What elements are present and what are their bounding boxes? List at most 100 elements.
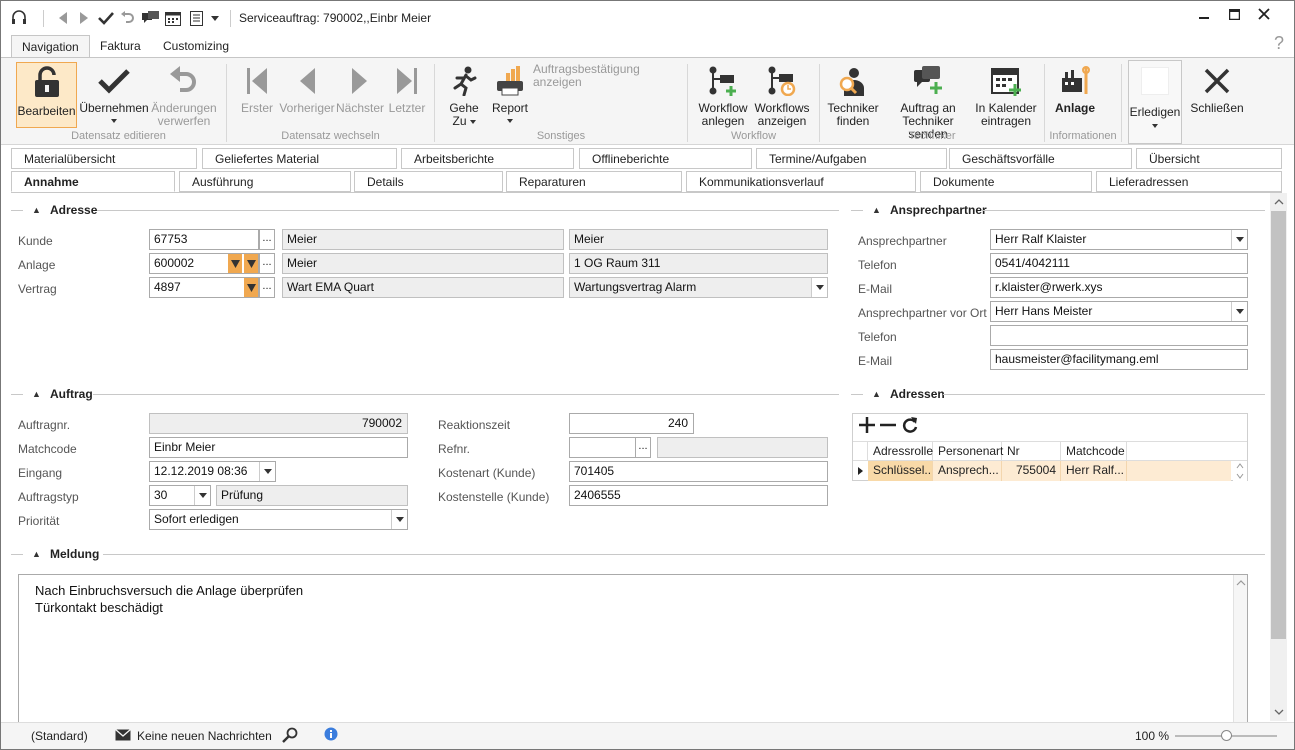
zoom-slider[interactable] bbox=[1175, 730, 1277, 741]
prioritaet-select[interactable]: Sofort erledigen bbox=[149, 509, 408, 530]
anlage-lookup-button[interactable]: ... bbox=[259, 253, 275, 274]
telefon-vor-ort-input[interactable] bbox=[990, 325, 1248, 346]
scroll-down-icon[interactable] bbox=[1270, 703, 1287, 720]
document-icon[interactable] bbox=[188, 8, 204, 28]
workflow-anlegen-button[interactable]: Workflow anlegen bbox=[695, 62, 751, 128]
tab-ausfuehrung[interactable]: Ausführung bbox=[179, 171, 351, 192]
remove-icon[interactable] bbox=[880, 417, 896, 433]
table-cell-personenart[interactable]: Ansprech... bbox=[933, 461, 1002, 481]
tab-geliefertes-material[interactable]: Geliefertes Material bbox=[202, 148, 397, 169]
scrollbar-thumb[interactable] bbox=[1271, 211, 1286, 639]
layout-status[interactable]: (Standard) bbox=[31, 729, 88, 743]
telefon-input[interactable]: 0541/4042111 bbox=[990, 253, 1248, 274]
ansprechpartner-select[interactable]: Herr Ralf Klaister bbox=[990, 229, 1248, 250]
table-cell-adressrolle[interactable]: Schlüssel... bbox=[868, 461, 933, 481]
eingang-datepicker[interactable]: 12.12.2019 08:36 bbox=[149, 461, 276, 482]
matchcode-input[interactable]: Einbr Meier bbox=[149, 437, 408, 458]
vertrag-lookup-button[interactable]: ... bbox=[259, 277, 275, 298]
tab-uebersicht[interactable]: Übersicht bbox=[1136, 148, 1282, 169]
chat-icon[interactable] bbox=[141, 8, 161, 28]
tab-kommunikationsverlauf[interactable]: Kommunikationsverlauf bbox=[686, 171, 916, 192]
grid-scrollbar[interactable] bbox=[1233, 461, 1247, 481]
maximize-button[interactable] bbox=[1219, 3, 1249, 25]
calendar-icon[interactable] bbox=[164, 8, 182, 28]
in-kalender-eintragen-button[interactable]: In Kalender eintragen bbox=[975, 62, 1037, 128]
section-meldung-header[interactable]: ▲ Meldung bbox=[32, 547, 99, 561]
checkmark-icon[interactable] bbox=[97, 8, 115, 28]
chevron-down-icon[interactable] bbox=[1231, 230, 1247, 249]
ribbon-tab-navigation[interactable]: Navigation bbox=[11, 35, 90, 59]
filter-icon[interactable] bbox=[228, 254, 242, 273]
tab-geschaeftsvorfaelle[interactable]: Geschäftsvorfälle bbox=[949, 148, 1132, 169]
tab-details[interactable]: Details bbox=[354, 171, 503, 192]
kunde-lookup-button[interactable]: ... bbox=[259, 229, 275, 250]
column-header-personenart[interactable]: Personenart bbox=[933, 441, 1003, 461]
gehe-zu-button[interactable]: Gehe Zu bbox=[444, 62, 484, 128]
memo-scrollbar[interactable] bbox=[1233, 575, 1247, 723]
add-icon[interactable] bbox=[859, 417, 875, 433]
section-auftrag-header[interactable]: ▲ Auftrag bbox=[32, 387, 93, 401]
chevron-down-icon[interactable] bbox=[194, 486, 210, 505]
zoom-slider-thumb[interactable] bbox=[1220, 730, 1232, 741]
aenderungen-verwerfen-button[interactable]: Änderungen verwerfen bbox=[151, 62, 217, 128]
letzter-button[interactable]: Letzter bbox=[386, 62, 428, 115]
tab-dokumente[interactable]: Dokumente bbox=[920, 171, 1092, 192]
customize-dropdown-icon[interactable] bbox=[208, 8, 222, 28]
chevron-down-icon[interactable] bbox=[1231, 302, 1247, 321]
anlage-input[interactable]: 600002 bbox=[149, 253, 259, 274]
filter-icon[interactable] bbox=[244, 254, 258, 273]
vorheriger-button[interactable]: Vorheriger bbox=[279, 62, 335, 115]
section-adressen-header[interactable]: ▲ Adressen bbox=[872, 387, 945, 401]
anlage-button[interactable]: Anlage bbox=[1051, 62, 1099, 115]
email-vor-ort-input[interactable]: hausmeister@facilitymang.eml bbox=[990, 349, 1248, 370]
forward-arrow-icon[interactable] bbox=[77, 8, 91, 28]
scroll-up-icon[interactable] bbox=[1270, 193, 1287, 210]
reaktionszeit-input[interactable]: 240 bbox=[569, 413, 694, 434]
refnr-lookup-button[interactable]: ... bbox=[635, 437, 651, 458]
chevron-down-icon[interactable] bbox=[811, 278, 827, 297]
erledigen-button[interactable]: Erledigen bbox=[1128, 60, 1182, 144]
help-icon[interactable]: ? bbox=[1274, 33, 1284, 54]
main-scrollbar[interactable] bbox=[1270, 193, 1287, 721]
vertrag-input[interactable]: 4897 bbox=[149, 277, 259, 298]
meldung-textarea[interactable]: Nach Einbruchsversuch die Anlage überprü… bbox=[18, 574, 1248, 724]
uebernehmen-button[interactable]: Übernehmen bbox=[79, 62, 149, 123]
filter-icon[interactable] bbox=[244, 278, 258, 297]
techniker-finden-button[interactable]: Techniker finden bbox=[827, 62, 879, 128]
back-arrow-icon[interactable] bbox=[56, 8, 70, 28]
search-icon[interactable] bbox=[282, 727, 298, 743]
undo-icon[interactable] bbox=[119, 8, 135, 28]
ansprechpartner-vor-ort-select[interactable]: Herr Hans Meister bbox=[990, 301, 1248, 322]
ribbon-tab-customizing[interactable]: Customizing bbox=[153, 35, 239, 58]
table-cell-matchcode[interactable]: Herr Ralf... bbox=[1061, 461, 1127, 481]
adressen-grid[interactable]: Adressrolle Personenart Nr Matchcode Sch… bbox=[852, 413, 1248, 481]
schliessen-button[interactable]: Schließen bbox=[1188, 62, 1246, 115]
erster-button[interactable]: Erster bbox=[237, 62, 277, 115]
column-header-matchcode[interactable]: Matchcode bbox=[1061, 441, 1127, 461]
table-cell-nr[interactable]: 755004 bbox=[1002, 461, 1061, 481]
section-adresse-header[interactable]: ▲ Adresse bbox=[32, 203, 97, 217]
kunde-input[interactable]: 67753 bbox=[149, 229, 259, 250]
tab-lieferadressen[interactable]: Lieferadressen bbox=[1096, 171, 1282, 192]
chevron-down-icon[interactable] bbox=[259, 462, 275, 481]
bearbeiten-button[interactable]: Bearbeiten bbox=[16, 62, 77, 128]
refresh-icon[interactable] bbox=[901, 416, 919, 434]
workflows-anzeigen-button[interactable]: Workflows anzeigen bbox=[753, 62, 811, 128]
close-window-button[interactable] bbox=[1249, 3, 1279, 25]
section-ansprechpartner-header[interactable]: ▲ Ansprechpartner bbox=[872, 203, 987, 217]
messages-status[interactable]: Keine neuen Nachrichten bbox=[137, 729, 272, 743]
naechster-button[interactable]: Nächster bbox=[336, 62, 384, 115]
auftragstyp-select[interactable]: 30 bbox=[149, 485, 211, 506]
vertrag-typ-select[interactable]: Wartungsvertrag Alarm bbox=[569, 277, 828, 298]
email-input[interactable]: r.klaister@rwerk.xys bbox=[990, 277, 1248, 298]
auftragsbestaetigung-button[interactable]: Auftragsbestätigung anzeigen bbox=[533, 63, 681, 89]
refnr-input[interactable] bbox=[569, 437, 636, 458]
info-icon[interactable] bbox=[324, 727, 338, 741]
column-header-nr[interactable]: Nr bbox=[1002, 441, 1061, 461]
headset-icon[interactable] bbox=[7, 8, 31, 28]
tab-arbeitsberichte[interactable]: Arbeitsberichte bbox=[401, 148, 574, 169]
tab-materialuebersicht[interactable]: Materialübersicht bbox=[11, 148, 197, 169]
ribbon-tab-faktura[interactable]: Faktura bbox=[90, 35, 151, 58]
tab-annahme[interactable]: Annahme bbox=[11, 171, 175, 192]
tab-reparaturen[interactable]: Reparaturen bbox=[506, 171, 682, 192]
